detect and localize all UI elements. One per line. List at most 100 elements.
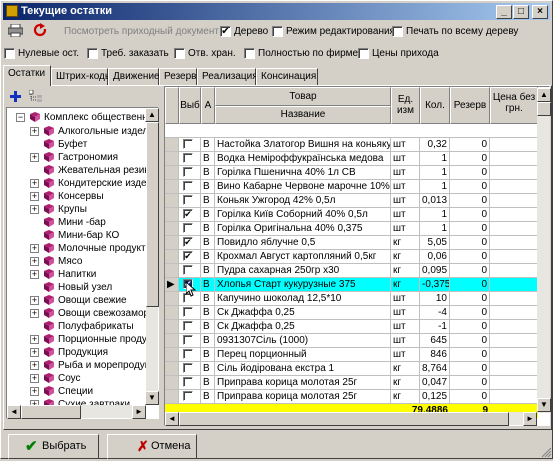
table-row[interactable]: В Настойка Златогор Вишня на коньяку шт 0,3… — [165, 138, 538, 152]
expand-icon[interactable]: + — [30, 205, 39, 214]
title-bar[interactable]: Текущие остатки _ □ × — [3, 3, 550, 20]
tree-scroll-up[interactable]: ▲ — [145, 108, 159, 122]
expand-icon[interactable]: + — [30, 361, 39, 370]
tab-reserve[interactable]: Резерв — [159, 68, 197, 85]
table-row[interactable]: В Капучино шоколад 12,5*10 шт 10 0 — [165, 292, 538, 306]
expand-icon[interactable]: + — [30, 257, 39, 266]
expand-icon[interactable]: + — [30, 309, 39, 318]
header-reserve[interactable]: Резерв — [450, 87, 490, 124]
table-row[interactable]: В Ск Джаффа 0,25 шт -4 0 — [165, 306, 538, 320]
size-grip-icon[interactable] — [540, 446, 552, 458]
select-cell[interactable] — [179, 222, 201, 236]
select-cell[interactable]: ✔ — [179, 208, 201, 222]
whole-firm-checkbox[interactable] — [244, 48, 255, 59]
zero-balance-checkbox[interactable] — [4, 48, 15, 59]
select-checkbox[interactable] — [183, 363, 193, 373]
table-row[interactable]: В Сiль йодiрована екстра 1 кг 8,764 0 — [165, 362, 538, 376]
header-select[interactable]: Выб — [179, 87, 201, 124]
select-checkbox[interactable] — [183, 181, 193, 191]
tree-vscroll-thumb[interactable] — [146, 122, 159, 307]
select-cell[interactable]: ✔ — [179, 236, 201, 250]
tab-barcodes[interactable]: Штрих-коды — [51, 68, 112, 85]
select-checkbox[interactable]: ✔ — [183, 251, 193, 261]
grid-scroll-right[interactable]: ► — [523, 412, 537, 426]
expand-icon[interactable]: + — [30, 374, 39, 383]
select-cell[interactable] — [179, 264, 201, 278]
filter-row[interactable] — [165, 124, 538, 138]
tree-hscroll-thumb[interactable] — [21, 405, 81, 419]
tab-consignment[interactable]: Консинация — [256, 68, 318, 85]
expand-icon[interactable]: + — [30, 296, 39, 305]
select-cell[interactable] — [179, 320, 201, 334]
header-qty[interactable]: Кол. — [420, 87, 450, 124]
select-cell[interactable] — [179, 194, 201, 208]
grid-scroll-down[interactable]: ▼ — [537, 398, 551, 412]
select-checkbox[interactable]: ✔ — [183, 237, 193, 247]
select-cell[interactable] — [179, 390, 201, 404]
select-cell[interactable] — [179, 334, 201, 348]
select-cell[interactable] — [179, 348, 201, 362]
table-row[interactable]: В Горiлка Пшенична 40% 1л СВ шт 1 0 — [165, 166, 538, 180]
expand-icon[interactable]: + — [30, 348, 39, 357]
expand-icon[interactable]: + — [30, 244, 39, 253]
tree-expand-icon[interactable] — [28, 89, 43, 102]
maximize-button[interactable]: □ — [513, 5, 529, 19]
select-checkbox[interactable] — [183, 391, 193, 401]
need-order-checkbox[interactable] — [87, 48, 98, 59]
tree-scroll-right[interactable]: ► — [132, 405, 146, 419]
expand-icon[interactable]: + — [30, 387, 39, 396]
select-cell[interactable] — [179, 376, 201, 390]
select-checkbox[interactable] — [183, 139, 193, 149]
add-node-icon[interactable] — [10, 91, 21, 102]
show-incoming-doc-button[interactable]: Посмотреть приходный документ — [64, 26, 219, 37]
minimize-button[interactable]: _ — [496, 5, 512, 19]
header-name[interactable]: Название — [215, 106, 391, 124]
select-checkbox[interactable] — [183, 153, 193, 163]
expand-icon[interactable]: + — [30, 270, 39, 279]
select-checkbox[interactable] — [183, 377, 193, 387]
table-row[interactable]: ✔ В Крохмал Август картопляний 0,5кг кг 0,06… — [165, 250, 538, 264]
select-checkbox[interactable]: ✔ — [183, 209, 193, 219]
table-row[interactable]: В Ск Джаффа 0,25 шт -1 0 — [165, 320, 538, 334]
table-row[interactable]: В Горiлка Оригiнальна 40% 0,375 шт 1 0 — [165, 222, 538, 236]
header-price[interactable]: Цена без грн. — [490, 87, 538, 124]
close-button[interactable]: × — [532, 5, 548, 19]
header-a[interactable]: А — [201, 87, 215, 124]
table-row[interactable]: В Коньяк Ужгород 42% 0,5л шт 0,013 0 — [165, 194, 538, 208]
select-checkbox[interactable] — [183, 321, 193, 331]
table-row[interactable]: В Приправа корица молотая 25г кг 0,125 0 — [165, 390, 538, 404]
select-cell[interactable] — [179, 306, 201, 320]
select-checkbox[interactable] — [183, 195, 193, 205]
grid-vscroll-thumb[interactable] — [537, 102, 551, 116]
stock-grid[interactable]: Выб А Товар Название Ед. изм Кол. Резерв… — [164, 86, 550, 426]
category-tree[interactable]: − Комплекс общественно + Алкогольные издели… — [6, 107, 159, 419]
expand-icon[interactable]: + — [30, 153, 39, 162]
tab-movement[interactable]: Движение — [108, 68, 160, 85]
select-checkbox[interactable] — [183, 223, 193, 233]
select-cell[interactable] — [179, 152, 201, 166]
select-checkbox[interactable] — [183, 307, 193, 317]
select-cell[interactable]: ✔ — [179, 250, 201, 264]
refresh-icon[interactable] — [33, 23, 47, 37]
tab-sales[interactable]: Реализация — [197, 68, 258, 85]
expand-icon[interactable]: + — [30, 335, 39, 344]
print-icon[interactable] — [7, 23, 24, 38]
select-cell[interactable] — [179, 180, 201, 194]
select-checkbox[interactable] — [183, 265, 193, 275]
tab-balances[interactable]: Остатки — [3, 65, 51, 86]
table-row[interactable]: ВВино Кабарне Червоне марочне 10% 0,75лш… — [165, 180, 538, 194]
table-row[interactable]: В Пудра сахарная 250гр х30 кг 0,095 0 — [165, 264, 538, 278]
select-checkbox[interactable] — [183, 349, 193, 359]
table-row[interactable]: В Приправа корица молотая 25г кг 0,047 0 — [165, 376, 538, 390]
expand-icon[interactable]: + — [30, 127, 39, 136]
select-cell[interactable] — [179, 138, 201, 152]
select-cell[interactable] — [179, 166, 201, 180]
edit-mode-checkbox[interactable] — [272, 26, 283, 37]
print-tree-checkbox[interactable] — [392, 26, 403, 37]
expand-icon[interactable]: + — [30, 179, 39, 188]
expand-icon[interactable]: + — [30, 192, 39, 201]
tree-scroll-down[interactable]: ▼ — [145, 391, 159, 405]
grid-hscroll-thumb[interactable] — [179, 412, 509, 426]
tree-scroll-left[interactable]: ◄ — [7, 405, 21, 419]
table-row[interactable]: ✔ В Повидло яблучне 0,5 кг 5,05 0 — [165, 236, 538, 250]
